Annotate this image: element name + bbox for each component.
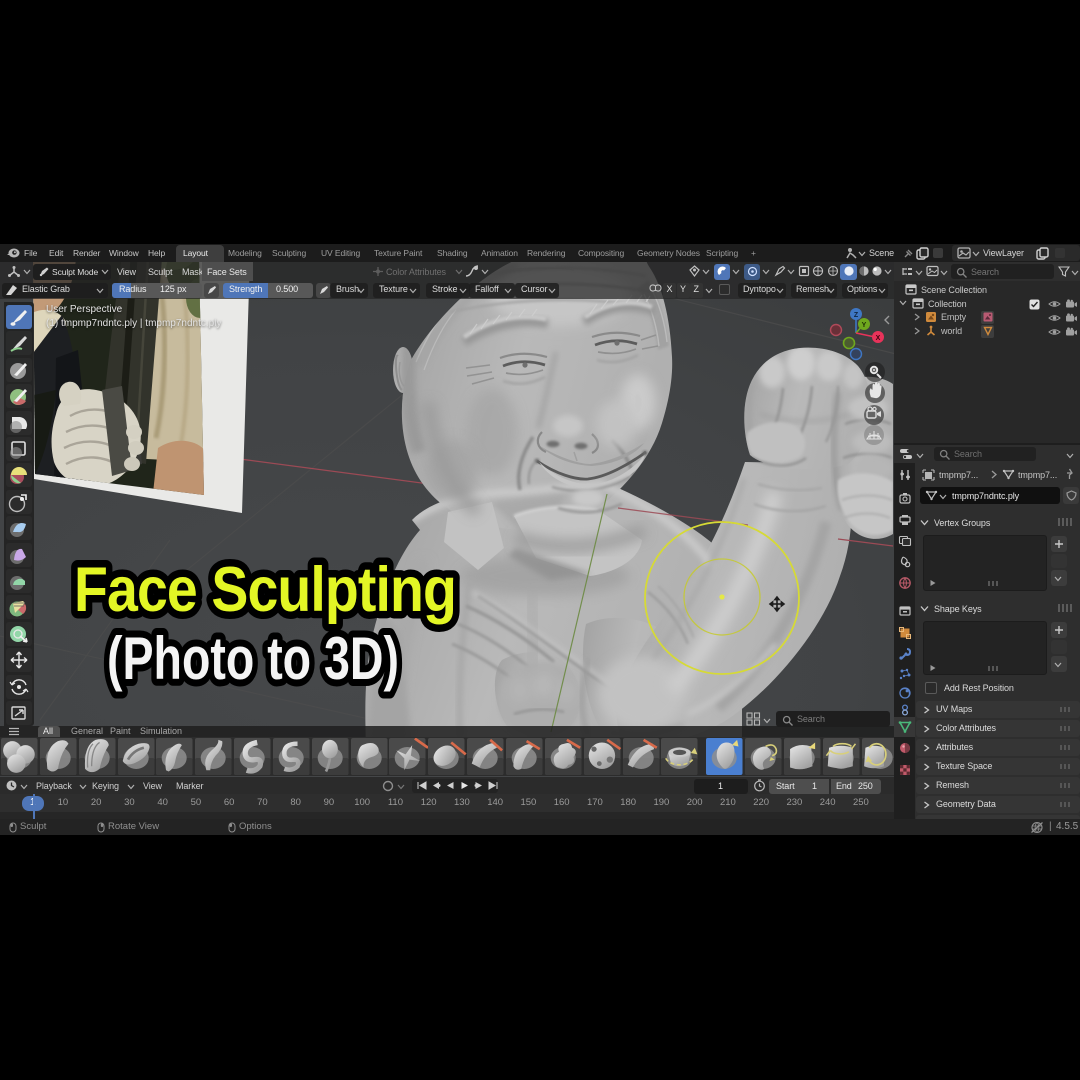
svg-text:Y: Y xyxy=(862,322,867,329)
svg-text:Face Sculpting: Face Sculpting xyxy=(74,555,456,625)
svg-text:Z: Z xyxy=(854,312,859,319)
svg-text:(Photo to 3D): (Photo to 3D) xyxy=(107,625,399,692)
svg-text:X: X xyxy=(876,335,881,342)
